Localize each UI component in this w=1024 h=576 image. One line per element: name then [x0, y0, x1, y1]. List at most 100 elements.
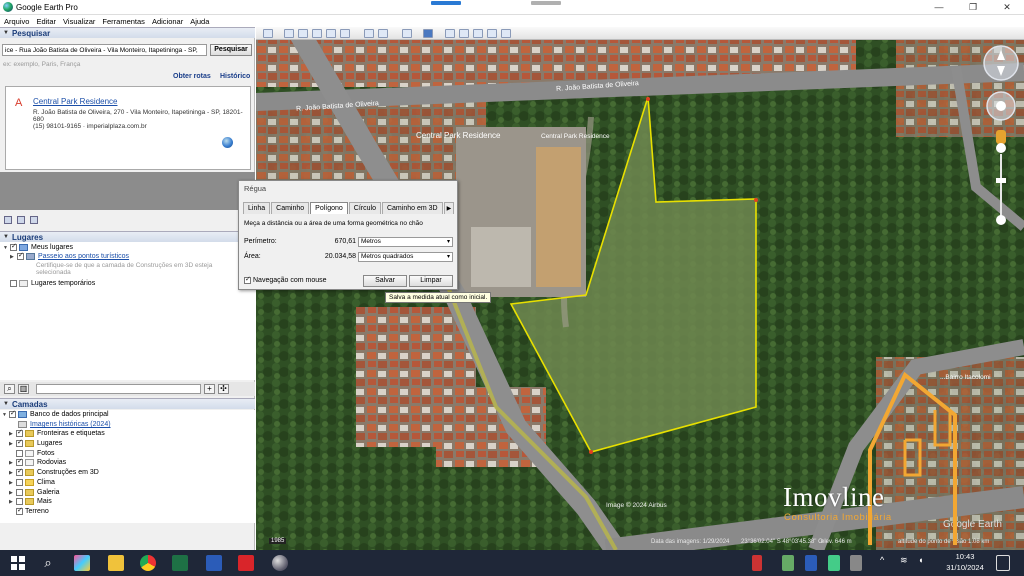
checkbox[interactable]: [16, 498, 23, 505]
globe-icon[interactable]: [222, 137, 233, 148]
search-section-header[interactable]: ▼ Pesquisar: [0, 27, 255, 38]
search-result-card[interactable]: A Central Park Residence R. João Batista…: [5, 86, 251, 170]
print-icon[interactable]: [30, 216, 38, 224]
chevron-up-icon[interactable]: ^: [880, 555, 890, 571]
menu-add[interactable]: Adicionar: [152, 17, 183, 26]
tray-icon[interactable]: [850, 555, 862, 571]
history-link[interactable]: Histórico: [220, 73, 250, 80]
volume-icon[interactable]: ◖: [918, 555, 928, 571]
copy-icon[interactable]: [17, 216, 25, 224]
checkbox[interactable]: [16, 438, 23, 447]
layer-row[interactable]: ▶ Construções em 3D: [9, 467, 99, 476]
places-section-header[interactable]: ▼ Lugares: [0, 231, 255, 242]
menu-file[interactable]: Arquivo: [4, 17, 29, 26]
historical-imagery-icon[interactable]: [364, 29, 374, 38]
expand-arrow-icon[interactable]: ▼: [3, 245, 10, 251]
move-icon[interactable]: ✣: [218, 384, 229, 394]
navigation-controls[interactable]: [980, 44, 1024, 234]
checkbox[interactable]: [17, 251, 24, 260]
print-icon[interactable]: [459, 29, 469, 38]
layer-row[interactable]: Fotos: [9, 450, 55, 457]
result-name-link[interactable]: Central Park Residence: [33, 97, 117, 106]
polygon-icon[interactable]: [298, 29, 308, 38]
maximize-button[interactable]: ❐: [956, 0, 990, 15]
google-maps-icon[interactable]: [487, 29, 497, 38]
perimeter-unit-select[interactable]: Metros: [358, 237, 453, 247]
checkbox[interactable]: [10, 242, 17, 251]
clear-button[interactable]: Limpar: [409, 275, 453, 287]
sunlight-icon[interactable]: [378, 29, 388, 38]
tab-scroll-icon[interactable]: ▶: [443, 202, 455, 214]
expand-arrow-icon[interactable]: ▶: [9, 490, 16, 496]
tab-3d-path[interactable]: Caminho em 3D: [381, 202, 443, 214]
word-icon[interactable]: [206, 555, 222, 571]
menu-tools[interactable]: Ferramentas: [102, 17, 145, 26]
layer-row[interactable]: Terreno: [9, 506, 49, 515]
search-icon[interactable]: ⌕: [40, 555, 56, 571]
tab-path[interactable]: Caminho: [271, 202, 310, 214]
file-explorer-icon[interactable]: [108, 555, 124, 571]
checkbox[interactable]: [16, 428, 23, 437]
excel-icon[interactable]: [172, 555, 188, 571]
menu-help[interactable]: Ajuda: [190, 17, 209, 26]
sidebar-toggle-icon[interactable]: [263, 29, 273, 38]
menu-view[interactable]: Visualizar: [63, 17, 95, 26]
expand-arrow-icon[interactable]: ▶: [9, 460, 16, 466]
mouse-navigation-row[interactable]: Navegação com mouse: [244, 275, 327, 284]
windows-start-icon[interactable]: [10, 555, 26, 571]
minimize-button[interactable]: —: [922, 0, 956, 15]
expand-arrow-icon[interactable]: ▶: [9, 431, 16, 437]
layer-row[interactable]: ▶ Rodovias: [9, 457, 66, 466]
mouse-navigation-checkbox[interactable]: [244, 275, 251, 284]
expand-arrow-icon[interactable]: ▶: [10, 254, 17, 260]
area-unit-select[interactable]: Metros quadrados: [358, 252, 453, 262]
close-button[interactable]: ✕: [990, 0, 1024, 15]
layer-row[interactable]: ▶ Lugares: [9, 438, 62, 447]
expand-arrow-icon[interactable]: ▶: [9, 480, 16, 486]
folder-icon[interactable]: [4, 216, 12, 224]
temp-places-row[interactable]: Lugares temporários: [3, 280, 95, 287]
taskbar-clock[interactable]: 10:43 31/10/2024: [943, 551, 987, 573]
tab-circle[interactable]: Círculo: [348, 202, 381, 214]
tray-icon[interactable]: [805, 555, 817, 571]
get-routes-link[interactable]: Obter rotas: [173, 73, 211, 80]
email-icon[interactable]: [445, 29, 455, 38]
expand-arrow-icon[interactable]: ▼: [2, 412, 9, 418]
checkbox[interactable]: [16, 479, 23, 486]
chrome-icon[interactable]: [140, 555, 156, 571]
search-icon[interactable]: ⌕: [4, 384, 15, 394]
planets-icon[interactable]: [402, 29, 412, 38]
earth-icon[interactable]: [501, 29, 511, 38]
menu-edit[interactable]: Editar: [36, 17, 56, 26]
tour-row[interactable]: ▶ Passeio aos pontos turísticos: [10, 251, 129, 260]
tray-icon[interactable]: [828, 555, 840, 571]
checkbox[interactable]: [10, 280, 17, 287]
record-tour-icon[interactable]: [340, 29, 350, 38]
path-icon[interactable]: [312, 29, 322, 38]
layers-section-header[interactable]: ▼ Camadas: [0, 398, 255, 409]
expand-arrow-icon[interactable]: ▶: [9, 499, 16, 505]
wifi-icon[interactable]: ≋: [900, 555, 910, 571]
tab-line[interactable]: Linha: [243, 202, 271, 214]
layer-row[interactable]: ▶ Fronteiras e etiquetas: [9, 428, 105, 437]
place-label[interactable]: Central Park Residence: [541, 133, 610, 140]
layer-row[interactable]: ▼ Banco de dados principal: [2, 409, 109, 418]
notifications-icon[interactable]: [996, 555, 1010, 571]
checkbox[interactable]: [16, 450, 23, 457]
search-input[interactable]: [2, 44, 207, 56]
layer-row[interactable]: ▶ Clima: [9, 479, 55, 486]
my-places-row[interactable]: ▼ Meus lugares: [3, 242, 73, 251]
window-tab-indicator-2[interactable]: [531, 1, 561, 5]
copilot-icon[interactable]: [74, 555, 90, 571]
tray-icon[interactable]: [782, 555, 794, 571]
layer-row[interactable]: Imagens históricas (2024): [18, 421, 111, 428]
layer-row[interactable]: ▶ Mais: [9, 498, 52, 505]
ruler-dialog[interactable]: Régua Linha Caminho Polígono Círculo Cam…: [238, 180, 458, 290]
expand-arrow-icon[interactable]: ▶: [9, 470, 16, 476]
layer-row[interactable]: ▶ Galeria: [9, 489, 60, 496]
tab-polygon[interactable]: Polígono: [310, 202, 348, 214]
checkbox[interactable]: [16, 489, 23, 496]
expand-arrow-icon[interactable]: ▶: [9, 441, 16, 447]
acrobat-icon[interactable]: [238, 555, 254, 571]
place-label[interactable]: Central Park Residence: [416, 131, 500, 140]
